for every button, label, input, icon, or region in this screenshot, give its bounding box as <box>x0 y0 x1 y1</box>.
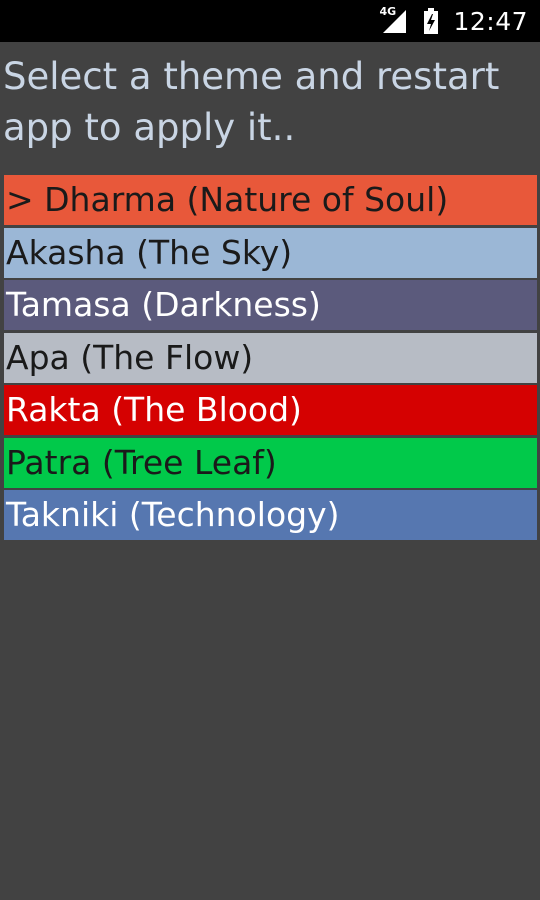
status-clock: 12:47 <box>453 6 528 36</box>
theme-prompt-text: Select a theme and restart app to apply … <box>3 55 500 149</box>
theme-option-patra[interactable]: Patra (Tree Leaf) <box>4 437 537 488</box>
status-icons: 4G 12:47 <box>379 0 528 42</box>
theme-option-rakta[interactable]: Rakta (The Blood) <box>4 385 537 435</box>
theme-list: > Dharma (Nature of Soul) Akasha (The Sky… <box>4 175 537 543</box>
theme-option-dharma[interactable]: > Dharma (Nature of Soul) <box>4 175 537 225</box>
theme-option-akasha[interactable]: Akasha (The Sky) <box>4 227 537 278</box>
theme-option-apa[interactable]: Apa (The Flow) <box>4 332 537 383</box>
network-type-label: 4G <box>379 5 397 18</box>
theme-option-tamasa[interactable]: Tamasa (Darkness) <box>4 280 537 330</box>
status-bar: 4G 12:47 <box>0 0 540 42</box>
battery-charging-icon <box>423 7 439 35</box>
signal-icon: 4G <box>379 5 409 35</box>
theme-option-takniki[interactable]: Takniki (Technology) <box>4 490 537 540</box>
